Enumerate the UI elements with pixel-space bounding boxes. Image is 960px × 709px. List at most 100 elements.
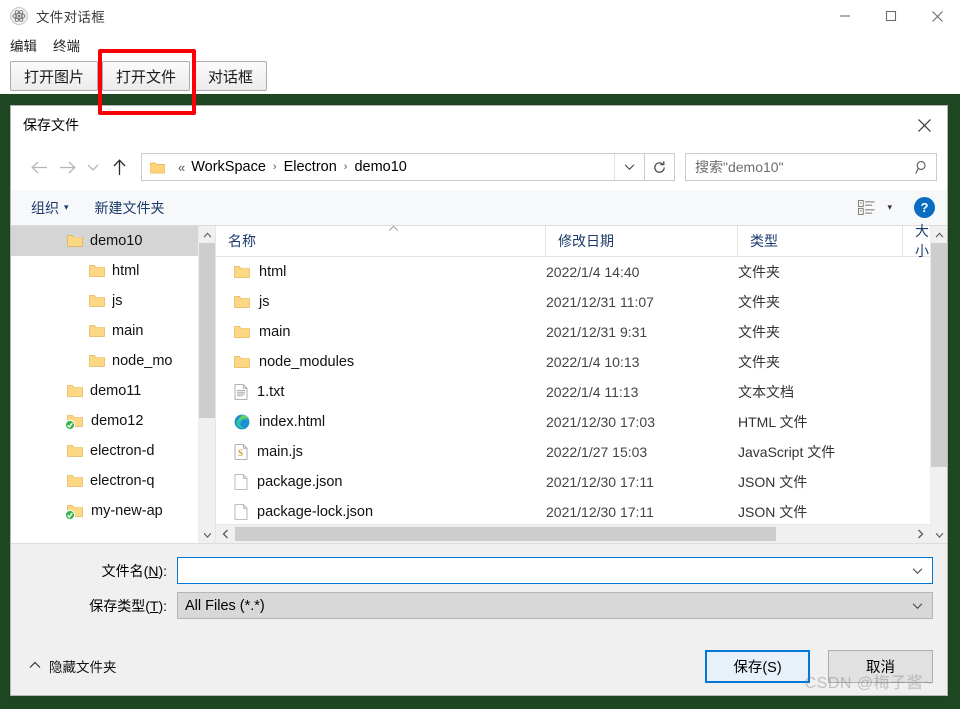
menu-item-terminal[interactable]: 终端 (53, 35, 80, 55)
file-date-cell: 2021/12/30 17:03 (546, 414, 655, 430)
tree-item-node-mo[interactable]: node_mo (11, 346, 198, 376)
tree-item-html[interactable]: html (11, 256, 198, 286)
file-row[interactable]: package.json 2021/12/30 17:11 JSON 文件 (216, 467, 930, 497)
column-header-date[interactable]: 修改日期 (546, 226, 738, 256)
file-name-label: node_modules (259, 354, 355, 370)
file-row[interactable]: package-lock.json 2021/12/30 17:11 JSON 文件 (216, 497, 930, 524)
open-file-button[interactable]: 打开文件 (102, 61, 191, 91)
refresh-icon (654, 160, 665, 173)
tree-item-electron-q[interactable]: electron-q (11, 466, 198, 496)
dialog-title: 保存文件 (23, 117, 79, 133)
recent-locations-button[interactable] (81, 153, 105, 181)
breadcrumb-part-electron[interactable]: Electron (284, 159, 337, 175)
dialog-close-button[interactable] (901, 106, 947, 144)
tree-scroll-thumb[interactable] (199, 243, 215, 419)
back-button[interactable] (25, 153, 53, 181)
file-date-cell: 2022/1/27 15:03 (546, 444, 648, 460)
file-row[interactable]: main 2021/12/31 9:31 文件夹 (216, 317, 930, 347)
folder-icon (234, 295, 250, 309)
tree-item-electron-d[interactable]: electron-d (11, 436, 198, 466)
column-header-type[interactable]: 类型 (738, 226, 903, 256)
save-button[interactable]: 保存(S) (705, 649, 810, 683)
breadcrumb-part-demo10[interactable]: demo10 (354, 159, 406, 175)
magnifier-glyph (915, 160, 926, 174)
maximize-button[interactable] (868, 0, 914, 32)
tree-item-demo10[interactable]: demo10 (11, 226, 198, 256)
scroll-left-button[interactable] (216, 525, 235, 543)
tree-item-demo12[interactable]: demo12 (11, 406, 198, 436)
tree-vertical-scrollbar[interactable] (198, 226, 215, 543)
file-name-label: index.html (259, 414, 326, 430)
file-date-cell: 2021/12/30 17:11 (546, 474, 654, 490)
blank-file-glyph (234, 504, 248, 520)
maximize-icon (885, 10, 897, 22)
chevron-down-glyph (912, 567, 922, 574)
savetype-select[interactable]: All Files (*.*) (177, 592, 933, 619)
tree-item-js[interactable]: js (11, 286, 198, 316)
minimize-button[interactable] (822, 0, 868, 32)
breadcrumb-part-workspace[interactable]: WorkSpace (191, 159, 266, 175)
file-list-vertical-scrollbar[interactable] (930, 226, 947, 543)
up-button[interactable] (105, 153, 133, 181)
hide-folders-toggle[interactable]: 隐藏文件夹 (29, 656, 117, 676)
file-row[interactable]: node_modules 2022/1/4 10:13 文件夹 (216, 347, 930, 377)
file-name-cell: js (216, 294, 546, 310)
file-row[interactable]: js 2021/12/31 11:07 文件夹 (216, 287, 930, 317)
file-name-label: html (259, 264, 287, 280)
tree-item-demo11[interactable]: demo11 (11, 376, 198, 406)
file-row[interactable]: 1.txt 2022/1/4 11:13 文本文档 (216, 377, 930, 407)
file-list-horizontal-scrollbar[interactable] (216, 524, 930, 543)
close-button[interactable] (914, 0, 960, 32)
view-mode-icon[interactable] (858, 200, 875, 215)
new-folder-button[interactable]: 新建文件夹 (95, 198, 165, 218)
file-row[interactable]: Smain.js 2022/1/27 15:03 JavaScript 文件 (216, 437, 930, 467)
blank-file-glyph (234, 474, 248, 490)
commandbar-right-group: ▾ ? (858, 197, 935, 218)
tree-item-my-new-ap[interactable]: my-new-ap (11, 496, 198, 526)
chevron-down-icon[interactable] (906, 602, 928, 610)
hide-folders-label: 隐藏文件夹 (49, 660, 117, 675)
tree-scroll-track[interactable] (199, 243, 215, 526)
folder-icon (234, 265, 250, 279)
column-header-name[interactable]: 名称 (216, 226, 546, 256)
scroll-down-button[interactable] (931, 526, 947, 543)
forward-button[interactable] (53, 153, 81, 181)
file-date-cell: 2021/12/30 17:11 (546, 504, 654, 520)
open-image-button[interactable]: 打开图片 (10, 61, 99, 91)
app-button-bar: 打开图片 打开文件 对话框 (0, 58, 960, 94)
chevron-up-icon (29, 661, 41, 672)
organize-button[interactable]: 组织 ▾ (31, 198, 69, 218)
menu-item-edit[interactable]: 编辑 (10, 35, 37, 55)
tree-item-main[interactable]: main (11, 316, 198, 346)
filename-input[interactable] (177, 557, 933, 584)
dialog-button[interactable]: 对话框 (194, 61, 268, 91)
folder-glyph (150, 162, 165, 173)
breadcrumb-dropdown-button[interactable] (614, 154, 644, 180)
scroll-right-button[interactable] (911, 525, 930, 543)
file-row[interactable]: html 2022/1/4 14:40 文件夹 (216, 257, 930, 287)
view-mode-dropdown[interactable]: ▾ (887, 202, 892, 213)
breadcrumb[interactable]: « WorkSpace › Electron › demo10 (141, 153, 645, 181)
help-button[interactable]: ? (914, 197, 935, 218)
file-scroll-track[interactable] (931, 243, 947, 526)
save-file-dialog: 保存文件 « WorkSpace › Electron › demo10 搜索"… (10, 105, 948, 696)
chevron-down-icon[interactable] (906, 567, 928, 575)
folder-icon (234, 355, 250, 369)
electron-logo-icon (12, 10, 26, 22)
horizontal-scroll-track[interactable] (235, 525, 911, 543)
refresh-button[interactable] (645, 153, 675, 181)
folder-icon (89, 264, 105, 278)
file-type-cell: 文件夹 (738, 324, 780, 340)
folder-icon (67, 234, 83, 248)
file-scroll-thumb[interactable] (931, 243, 947, 467)
edge-browser-icon (234, 414, 250, 430)
new-folder-label: 新建文件夹 (94, 199, 165, 216)
tree-item-label: my-new-ap (91, 503, 163, 519)
scroll-up-button[interactable] (931, 226, 947, 243)
horizontal-scroll-thumb[interactable] (235, 527, 776, 541)
file-row[interactable]: index.html 2021/12/30 17:03 HTML 文件 (216, 407, 930, 437)
column-header-size[interactable]: 大小 (903, 223, 930, 259)
search-input[interactable]: 搜索"demo10" (685, 153, 937, 181)
scroll-down-button[interactable] (199, 526, 215, 543)
scroll-up-button[interactable] (199, 226, 215, 243)
